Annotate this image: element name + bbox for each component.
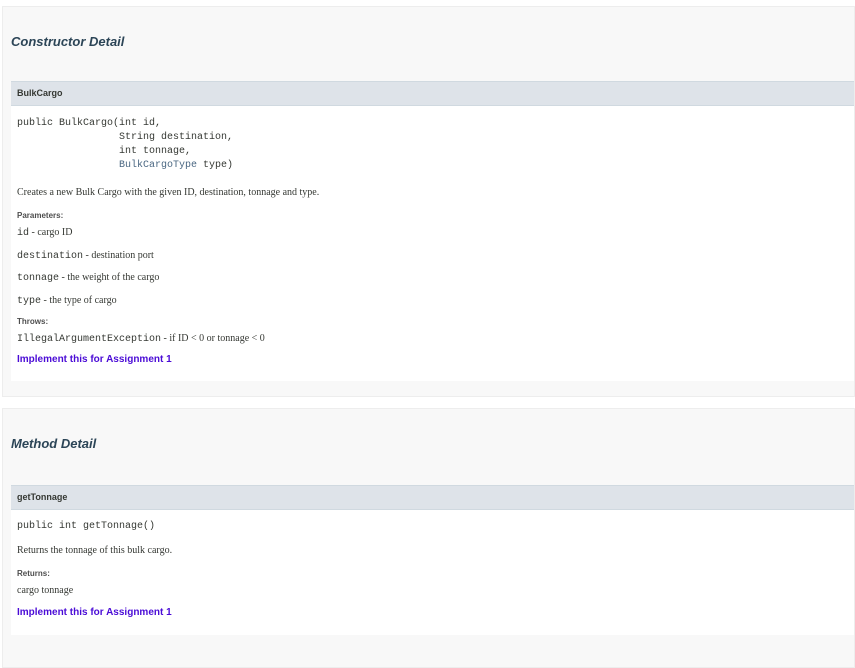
returns-value: cargo tonnage	[17, 585, 74, 596]
throws-item: IllegalArgumentException - if ID < 0 or …	[17, 333, 265, 345]
constructor-signature: public BulkCargo(int id, String destinat…	[17, 118, 234, 171]
constructor-description: Creates a new Bulk Cargo with the given …	[17, 187, 320, 198]
param-item: type - the type of cargo	[17, 295, 117, 307]
assignment-note: Implement this for Assignment 1	[17, 354, 172, 365]
constructor-member: BulkCargo public BulkCargo(int id, Strin…	[11, 81, 854, 381]
bulkcargotype-link[interactable]: BulkCargoType	[119, 160, 197, 171]
method-member: getTonnage public int getTonnage() Retur…	[11, 485, 854, 635]
throws-label: Throws:	[17, 317, 49, 326]
method-description: Returns the tonnage of this bulk cargo.	[17, 545, 173, 556]
constructor-detail-section: Constructor Detail BulkCargo public Bulk…	[2, 6, 855, 397]
constructor-detail-heading: Constructor Detail	[11, 34, 125, 49]
constructor-name-header: BulkCargo	[11, 81, 854, 106]
method-detail-section: Method Detail getTonnage public int getT…	[2, 408, 855, 668]
assignment-note: Implement this for Assignment 1	[17, 607, 172, 618]
method-name-header: getTonnage	[11, 485, 854, 510]
param-item: destination - destination port	[17, 250, 154, 262]
returns-label: Returns:	[17, 569, 50, 578]
parameters-label: Parameters:	[17, 211, 64, 220]
method-detail-heading: Method Detail	[11, 436, 97, 451]
param-item: tonnage - the weight of the cargo	[17, 272, 160, 284]
method-signature: public int getTonnage()	[17, 521, 156, 532]
param-item: id - cargo ID	[17, 227, 73, 239]
